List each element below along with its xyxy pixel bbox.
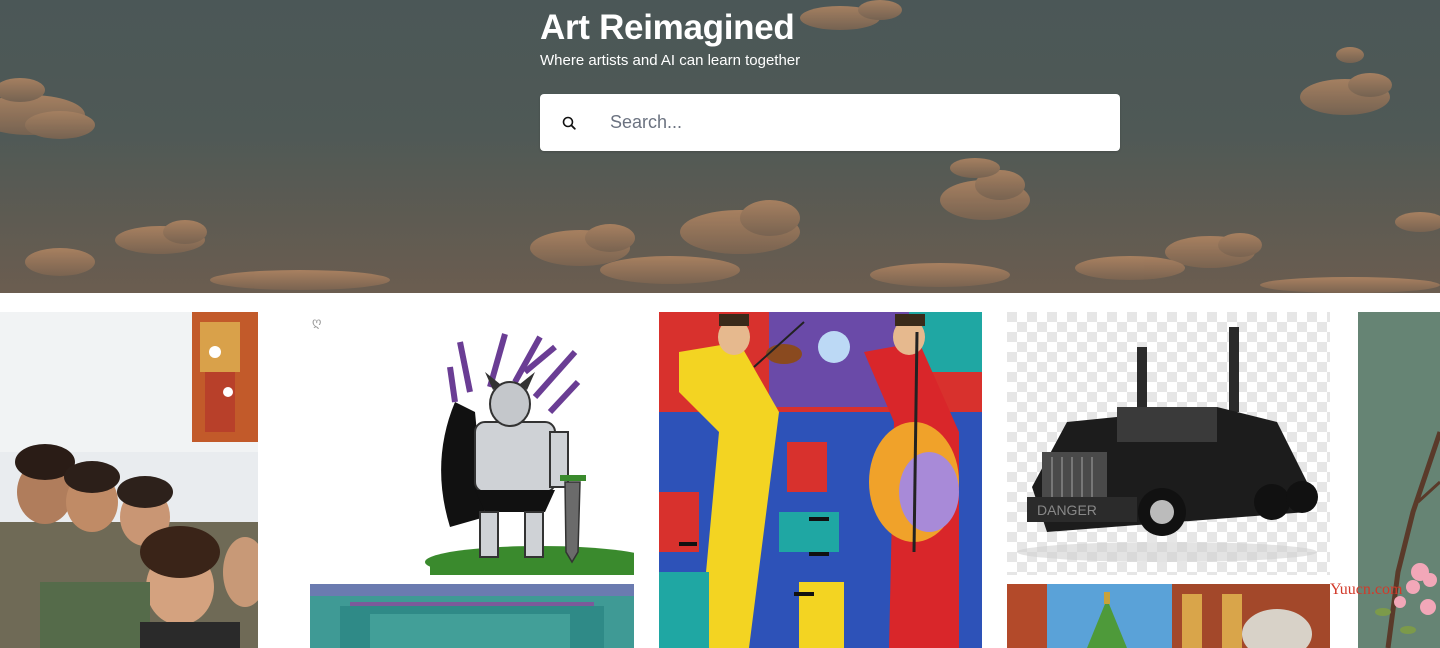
- art-card-family-photo[interactable]: [0, 312, 258, 648]
- art-card-musicians-painting[interactable]: [659, 312, 982, 648]
- search-input[interactable]: [608, 102, 1088, 143]
- hero-content: Art Reimagined Where artists and AI can …: [540, 8, 1120, 151]
- svg-text:ღ: ღ: [312, 315, 321, 329]
- art-card-teal-building[interactable]: [310, 584, 634, 648]
- art-card-semi-truck[interactable]: DANGER: [1007, 312, 1330, 575]
- ornate-temple-image: [1007, 584, 1330, 648]
- site-tagline: Where artists and AI can learn together: [540, 52, 801, 69]
- watermark-text: Yuucn.com: [1330, 581, 1403, 598]
- art-gallery: ღ DANGER: [0, 293, 1440, 648]
- site-title: Art Reimagined: [540, 8, 795, 47]
- hero-banner: Art Reimagined Where artists and AI can …: [0, 0, 1440, 293]
- search-icon[interactable]: [561, 115, 577, 131]
- search-bar[interactable]: [540, 94, 1120, 151]
- svg-text:DANGER: DANGER: [1037, 502, 1097, 518]
- art-card-knight-drawing[interactable]: ღ: [310, 312, 634, 575]
- semi-truck-image: DANGER: [1007, 312, 1330, 575]
- knight-drawing-image: ღ: [310, 312, 634, 575]
- art-card-ornate-temple[interactable]: [1007, 584, 1330, 648]
- family-photo-image: [0, 312, 258, 648]
- musicians-painting-image: [659, 312, 982, 648]
- teal-building-image: [310, 584, 634, 648]
